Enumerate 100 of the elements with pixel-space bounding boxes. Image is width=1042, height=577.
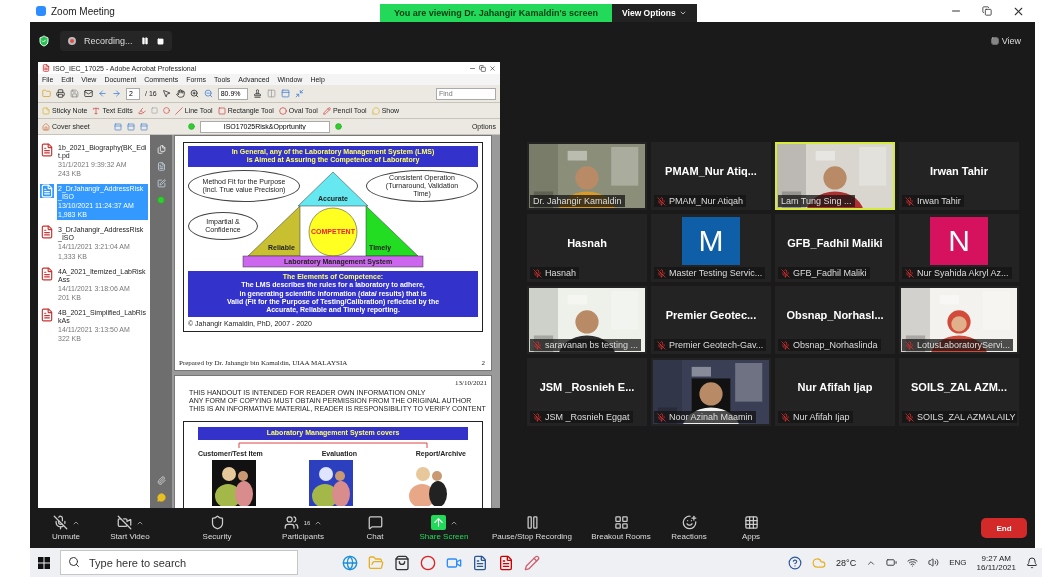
paperclip-icon[interactable] [156, 476, 166, 485]
hand-icon[interactable] [175, 89, 185, 98]
clock[interactable]: 9:27 AM 16/11/2021 [976, 553, 1016, 572]
video-tile[interactable]: Nur Afifah Ijap Nur Afifah Ijap [775, 358, 895, 426]
app-logo-icon [36, 6, 46, 16]
grid-icon [990, 37, 999, 45]
pdf-icon [40, 225, 54, 240]
toolbar-button[interactable]: Pause/Stop Recording [482, 515, 582, 541]
toolbar-button[interactable]: Start Video [88, 515, 172, 541]
tool-icon [371, 106, 380, 115]
ellipse-icon[interactable] [162, 107, 170, 114]
columns-icon[interactable] [266, 89, 276, 98]
end-button[interactable]: End [981, 518, 1027, 538]
record-icon [68, 37, 76, 45]
volume-icon[interactable] [928, 557, 940, 568]
toolbar-button[interactable]: Chat [344, 515, 406, 541]
app-icon[interactable] [420, 554, 436, 571]
maximize-icon[interactable] [479, 64, 486, 72]
dot-icon[interactable] [157, 196, 165, 204]
toolbar-button[interactable]: Reactions [660, 515, 718, 541]
video-tile[interactable]: PMAM_Nur Atiq... PMAM_Nur Atiqah [651, 142, 771, 210]
participant-label: PMAM_Nur Atiqah [669, 196, 744, 206]
view-button[interactable]: View [984, 35, 1027, 47]
tool-icon [278, 106, 287, 115]
panel-icon[interactable] [113, 122, 122, 131]
video-tile[interactable]: Dr. Jahangir Kamaldin [527, 142, 647, 210]
arrow-left-icon[interactable] [98, 89, 107, 98]
toolbar-button[interactable]: Breakout Rooms [582, 515, 660, 541]
dot-icon[interactable] [334, 123, 342, 130]
shield-icon[interactable] [38, 35, 50, 47]
save-icon[interactable] [70, 89, 79, 98]
participant-name: SOILS_ZAL AZM... [911, 381, 1007, 393]
participant-label: Nur Afifah Ijap [793, 412, 850, 422]
home-icon [42, 122, 50, 131]
mail-icon[interactable] [84, 89, 93, 98]
toolbar-button[interactable]: Apps [718, 515, 784, 541]
video-tile[interactable]: Noor Azinah Maamin [651, 358, 771, 426]
notification-icon[interactable] [1026, 556, 1038, 569]
toolbar-button[interactable]: Unmute [44, 515, 88, 541]
video-tile[interactable]: SOILS_ZAL AZM... SOILS_ZAL AZMALAILY [899, 358, 1019, 426]
zoom-out-icon[interactable] [203, 89, 213, 98]
edit-icon[interactable] [156, 179, 166, 188]
pdf-icon [40, 266, 54, 281]
video-tile[interactable]: Premier Geotec... Premier Geotech-Gav... [651, 286, 771, 354]
participant-name: GFB_Fadhil Maliki [787, 237, 883, 249]
video-tile[interactable]: Lam Tung Sing ... [775, 142, 895, 210]
toolbar-icon [52, 515, 68, 530]
comment-icon[interactable] [156, 493, 166, 502]
fit-icon[interactable] [294, 89, 304, 98]
video-tile[interactable]: Obsnap_Norhasl... Obsnap_Norhaslinda [775, 286, 895, 354]
zoom-icon[interactable] [189, 89, 199, 98]
participant-name: PMAM_Nur Atiq... [665, 165, 757, 177]
video-tile[interactable]: N Nur Syahida Akryl Az... [899, 214, 1019, 282]
video-tile[interactable]: Hasnah Hasnah [527, 214, 647, 282]
arrow-right-icon[interactable] [112, 89, 121, 98]
battery-icon[interactable] [886, 557, 898, 568]
toolbar-icon [209, 515, 225, 530]
pen-icon[interactable] [524, 554, 540, 571]
tool-icon [174, 106, 183, 115]
temperature: 28°C [836, 557, 857, 568]
toolbar-icon [613, 515, 629, 530]
tool-icon [322, 106, 331, 115]
toolbar-icon [681, 515, 697, 530]
panel-icon[interactable] [139, 122, 148, 131]
select-icon[interactable] [161, 89, 171, 98]
pause-icon[interactable] [140, 37, 149, 45]
toolbar-button[interactable]: Security [172, 515, 262, 541]
document-icon[interactable] [472, 554, 488, 571]
search-field[interactable]: Type here to search [60, 550, 298, 575]
store-icon[interactable] [394, 554, 410, 571]
pages-icon[interactable] [156, 145, 166, 154]
panel-icon[interactable] [280, 89, 290, 98]
wifi-icon[interactable] [907, 557, 919, 568]
video-tile[interactable]: GFB_Fadhil Maliki GFB_Fadhil Maliki [775, 214, 895, 282]
dot-icon[interactable] [187, 123, 195, 130]
video-tile[interactable]: saravanan bs testing ... [527, 286, 647, 354]
tool-icon [92, 106, 101, 115]
participant-label: Obsnap_Norhaslinda [793, 340, 878, 350]
video-tile[interactable]: Irwan Tahir Irwan Tahir [899, 142, 1019, 210]
language-indicator[interactable]: ENG [949, 558, 967, 567]
stamp-icon[interactable] [252, 89, 262, 98]
screen-share-banner: You are viewing Dr. Jahangir Kamaldin's screen [380, 4, 613, 22]
highlighter-icon[interactable] [137, 106, 146, 115]
participant-label: SOILS_ZAL AZMALAILY [917, 412, 1016, 422]
document-icon[interactable] [156, 162, 166, 171]
stop-icon[interactable] [156, 37, 164, 45]
video-tile[interactable]: JSM _Rosnieh E... JSM _Rosnieh Eggat [527, 358, 647, 426]
video-tile[interactable]: LotusLaboratoryServi... [899, 286, 1019, 354]
toolbar-button[interactable]: Share Screen [406, 515, 482, 541]
participant-label: Noor Azinah Maamin [669, 412, 753, 422]
windows-logo-icon[interactable] [38, 556, 50, 569]
maximize-icon[interactable] [982, 6, 992, 16]
avatar: M [682, 217, 740, 265]
video-tile[interactable]: M Master Testing Servic... [651, 214, 771, 282]
print-icon[interactable] [56, 89, 65, 98]
help-icon[interactable] [788, 555, 803, 570]
panel-icon[interactable] [126, 122, 135, 131]
pdf-icon[interactable] [498, 554, 514, 571]
view-options-button[interactable]: View Options [612, 4, 697, 22]
browser-icon[interactable] [342, 554, 358, 571]
